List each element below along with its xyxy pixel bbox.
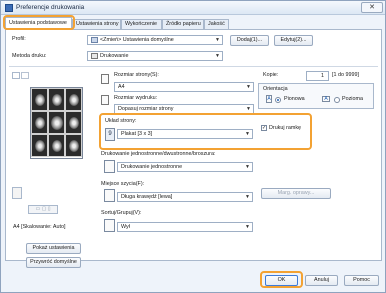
chevron-down-icon: ▼ (245, 164, 250, 170)
preview-list-icon[interactable] (21, 72, 29, 79)
help-button[interactable]: Pomoc (344, 275, 379, 286)
portrait-icon: A (266, 95, 272, 103)
portrait-radio[interactable] (275, 97, 281, 103)
output-method-select[interactable]: Drukowanie ▼ (87, 51, 223, 61)
landscape-icon: A (322, 96, 330, 102)
printer-icon (5, 4, 13, 12)
copies-value: 1 (321, 73, 324, 79)
output-size-value: Dopasuj rozmiar strony (118, 106, 174, 112)
chevron-down-icon: ▼ (245, 194, 250, 200)
binding-margin-button[interactable]: Marg. oprawy... (261, 188, 331, 199)
view-settings-button[interactable]: Pokaż ustawienia (26, 243, 81, 254)
profile-select[interactable]: <Zmień> Ustawienia domyślne ▼ (87, 35, 223, 45)
duplex-icon (104, 160, 115, 173)
binding-select[interactable]: Długa krawędź [lewa] ▼ (117, 192, 253, 202)
preview-toggle-icon[interactable] (12, 72, 20, 79)
window-title: Preferencje drukowania (16, 4, 85, 11)
landscape-radio[interactable] (334, 97, 340, 103)
chevron-down-icon: ▼ (215, 53, 220, 59)
cancel-button[interactable]: Anuluj (305, 275, 338, 286)
profile-icon (91, 36, 98, 43)
profile-value: <Zmień> Ustawienia domyślne (100, 37, 174, 43)
tab-page-setup[interactable]: Ustawienia strony (72, 19, 121, 29)
copies-label: Kopie: (263, 72, 279, 78)
output-method-value: Drukowanie (100, 53, 129, 59)
copies-range: [1 do 9999] (332, 72, 359, 78)
title-bar: Preferencje drukowania ✕ (1, 1, 385, 15)
output-size-label: Rozmiar wydruku: (114, 95, 158, 101)
separator (9, 66, 378, 67)
add-profile-button[interactable]: Dodaj(1)... (230, 35, 269, 46)
layout-highlight (99, 113, 312, 150)
chevron-down-icon: ▼ (215, 37, 220, 43)
page-preview (30, 87, 83, 159)
profile-label: Profil: (12, 36, 26, 42)
close-button[interactable]: ✕ (361, 2, 383, 13)
page-size-select[interactable]: A4 ▼ (114, 82, 254, 92)
collate-icon (104, 219, 115, 232)
binding-icon (104, 189, 115, 202)
output-method-label: Metoda druku: (12, 53, 47, 59)
collate-value: Wył (121, 224, 130, 230)
tab-highlight (3, 15, 75, 30)
printing-preferences-window: Preferencje drukowania ✕ Ustawienia pods… (0, 0, 386, 293)
chevron-down-icon: ▼ (246, 84, 251, 90)
restore-defaults-button[interactable]: Przywróć domyślne (26, 257, 81, 268)
duplex-value: Drukowanie jednostronne (121, 164, 183, 170)
ok-highlight (260, 271, 303, 288)
binding-label: Miejsce szycia(F): (101, 181, 145, 187)
printer-output-icon (91, 52, 98, 59)
collate-label: Sortuj/Grupuj(V): (101, 210, 142, 216)
page-size-icon (101, 74, 109, 84)
chevron-down-icon: ▼ (245, 224, 250, 230)
collate-select[interactable]: Wył ▼ (117, 222, 253, 232)
tab-paper-source[interactable]: Źródło papieru (162, 19, 204, 29)
document-stack-icon (12, 187, 22, 199)
preview-caption: A4 [Skalowanie: Auto] (13, 224, 66, 230)
page-size-label: Rozmiar strony(S): (114, 72, 159, 78)
tab-finishing[interactable]: Wykończenie (121, 19, 162, 29)
duplex-label: Drukowanie jednostronne/dwustronne/brosz… (101, 151, 216, 157)
output-size-icon (101, 95, 109, 105)
tab-quality[interactable]: Jakość (204, 19, 229, 29)
chevron-down-icon: ▼ (246, 106, 251, 112)
edit-profile-button[interactable]: Edytuj(2)... (274, 35, 313, 46)
copies-input[interactable]: 1 (306, 71, 329, 81)
page-size-value: A4 (118, 84, 125, 90)
preview-tools: ▭ ▢ ▯ (28, 205, 58, 214)
portrait-label: Pionowa (284, 96, 305, 102)
binding-value: Długa krawędź [lewa] (121, 194, 173, 200)
landscape-label: Pozioma (342, 96, 363, 102)
orientation-label: Orientacja (263, 86, 288, 92)
duplex-select[interactable]: Drukowanie jednostronne ▼ (117, 162, 253, 172)
